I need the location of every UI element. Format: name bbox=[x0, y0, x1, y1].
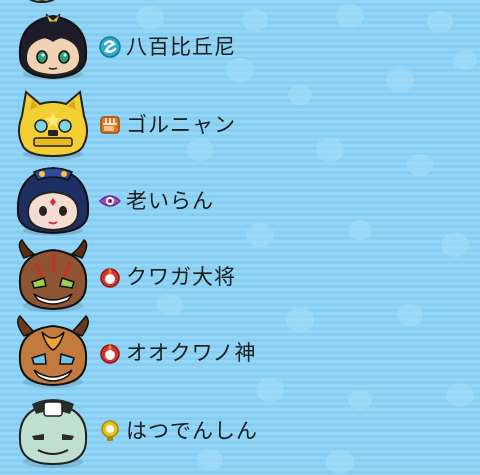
list-item[interactable]: はつでんしん bbox=[12, 392, 412, 470]
yokai-gorunyan-face-icon bbox=[18, 90, 88, 160]
yokai-name: はつでんしん bbox=[126, 419, 258, 443]
list-item[interactable]: 八百比丘尼 bbox=[12, 8, 412, 86]
list-item[interactable]: ゴルニャン bbox=[12, 86, 412, 164]
list-item[interactable]: 老いらん bbox=[12, 162, 412, 240]
fire-ring-icon bbox=[100, 344, 120, 364]
yokai-name: ゴルニャン bbox=[126, 113, 236, 137]
yokai-name: 八百比丘尼 bbox=[126, 35, 236, 59]
lightbulb-icon bbox=[101, 420, 119, 441]
yokai-name: クワガ大将 bbox=[126, 265, 236, 289]
water-swirl-icon bbox=[99, 36, 121, 58]
yokai-oiran-face-icon bbox=[16, 166, 90, 236]
fire-ring-icon bbox=[100, 268, 120, 288]
list-item[interactable]: オオクワノ神 bbox=[12, 314, 412, 392]
partial-face-icon bbox=[28, 0, 56, 3]
fist-icon bbox=[100, 116, 120, 134]
eye-icon bbox=[98, 195, 122, 207]
yokai-name: 老いらん bbox=[126, 189, 214, 213]
yokai-name: オオクワノ神 bbox=[126, 341, 257, 365]
yokai-hatsudenshin-face-icon bbox=[18, 399, 88, 468]
yaokai-happoubikuni-face-icon bbox=[18, 13, 88, 80]
yokai-list: 八百比丘尼 ゴルニャン 老いらん クワガ大将 オオクワノ神 はつでんしん bbox=[0, 0, 480, 475]
yokai-kuwaga-taishou-face-icon bbox=[18, 238, 88, 312]
list-item[interactable]: クワガ大将 bbox=[12, 238, 412, 316]
yokai-ookuwanokami-face-icon bbox=[17, 314, 89, 388]
